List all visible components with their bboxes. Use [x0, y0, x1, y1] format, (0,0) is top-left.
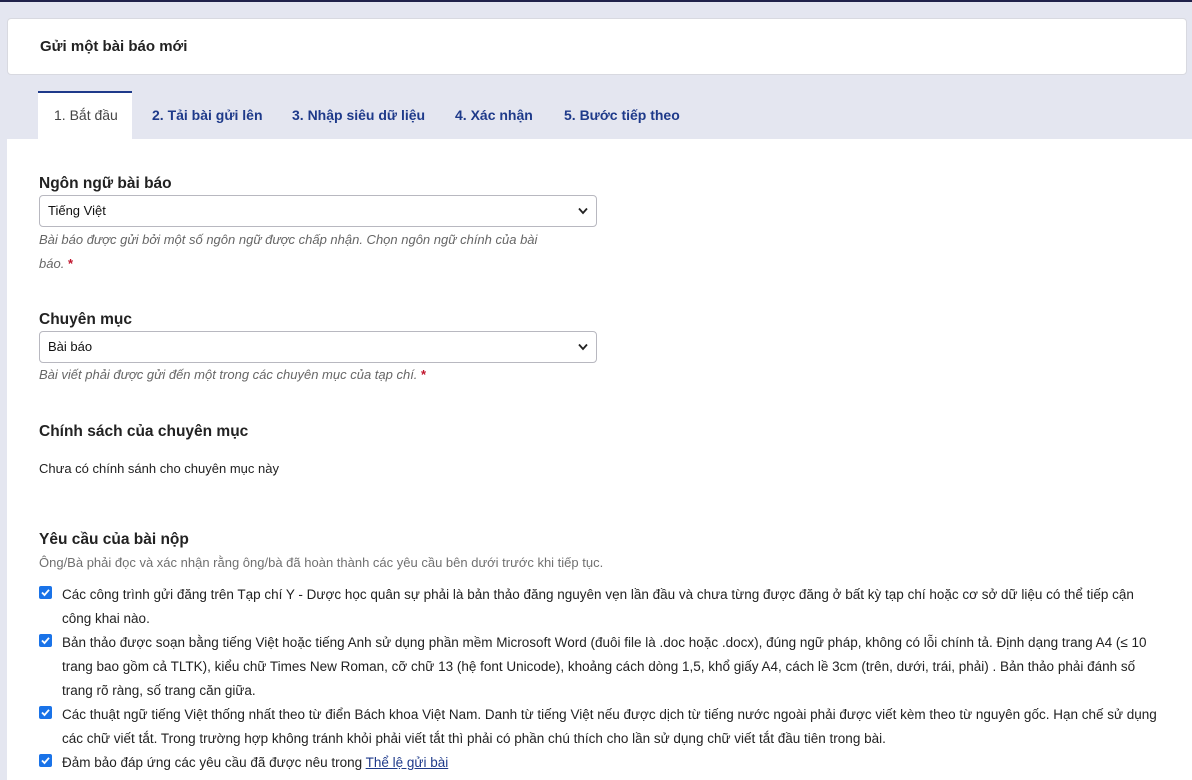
- chevron-down-icon: [578, 207, 588, 215]
- requirement-item: Các thuật ngữ tiếng Việt thống nhất theo…: [39, 703, 1164, 751]
- requirement-checkbox[interactable]: [39, 586, 52, 599]
- page-title: Gửi một bài báo mới: [40, 38, 188, 55]
- check-icon: [41, 709, 50, 717]
- chevron-down-icon: [578, 343, 588, 351]
- requirement-text: Các công trình gửi đăng trên Tạp chí Y -…: [62, 587, 1134, 626]
- check-icon: [41, 637, 50, 645]
- section-policy-text: Chưa có chính sánh cho chuyên mục này: [39, 461, 279, 476]
- language-select[interactable]: Tiếng Việt: [39, 195, 597, 227]
- requirement-item: Bản thảo được soạn bằng tiếng Việt hoặc …: [39, 631, 1164, 703]
- tab-start[interactable]: 1. Bắt đầu: [38, 91, 132, 139]
- tab-metadata[interactable]: 3. Nhập siêu dữ liệu: [292, 91, 425, 139]
- tab-upload[interactable]: 2. Tải bài gửi lên: [152, 91, 263, 139]
- requirements-note: Ông/Bà phải đọc và xác nhận rằng ông/bà …: [39, 555, 604, 570]
- section-select[interactable]: Bài báo: [39, 331, 597, 363]
- tab-confirm[interactable]: 4. Xác nhận: [455, 91, 533, 139]
- section-help: Bài viết phải được gửi đến một trong các…: [39, 363, 426, 387]
- language-help: Bài báo được gửi bởi một số ngôn ngữ đượ…: [39, 228, 579, 276]
- section-help-text: Bài viết phải được gửi đến một trong các…: [39, 367, 418, 382]
- required-mark: *: [67, 256, 73, 271]
- requirement-text-prefix: Đảm bảo đáp ứng các yêu cầu đã được nêu …: [62, 755, 363, 770]
- language-select-value: Tiếng Việt: [48, 203, 106, 218]
- requirement-text: Các thuật ngữ tiếng Việt thống nhất theo…: [62, 707, 1157, 746]
- check-icon: [41, 757, 50, 765]
- requirements-heading: Yêu cầu của bài nộp: [39, 531, 189, 548]
- requirement-checkbox[interactable]: [39, 706, 52, 719]
- section-policy-heading: Chính sách của chuyên mục: [39, 423, 249, 440]
- top-bar: [0, 0, 1192, 2]
- requirement-text: Đảm bảo đáp ứng các yêu cầu đã được nêu …: [62, 751, 1164, 775]
- language-label: Ngôn ngữ bài báo: [39, 175, 172, 192]
- form-panel: Ngôn ngữ bài báo Tiếng Việt Bài báo được…: [7, 139, 1192, 780]
- requirement-item: Đảm bảo đáp ứng các yêu cầu đã được nêu …: [39, 751, 1164, 775]
- requirement-checkbox[interactable]: [39, 634, 52, 647]
- check-icon: [41, 589, 50, 597]
- requirement-text: Bản thảo được soạn bằng tiếng Việt hoặc …: [62, 635, 1147, 698]
- page-title-card: Gửi một bài báo mới: [7, 18, 1187, 75]
- requirement-item: Các công trình gửi đăng trên Tạp chí Y -…: [39, 583, 1164, 631]
- submission-rules-link[interactable]: Thể lệ gửi bài: [366, 755, 449, 770]
- tab-next-steps[interactable]: 5. Bước tiếp theo: [564, 91, 680, 139]
- language-help-line1: Bài báo được gửi bởi một số ngôn ngữ đượ…: [39, 232, 538, 247]
- language-help-line2: báo.: [39, 256, 65, 271]
- section-label: Chuyên mục: [39, 311, 133, 328]
- requirement-checkbox[interactable]: [39, 754, 52, 767]
- required-mark: *: [421, 367, 427, 382]
- section-select-value: Bài báo: [48, 339, 93, 354]
